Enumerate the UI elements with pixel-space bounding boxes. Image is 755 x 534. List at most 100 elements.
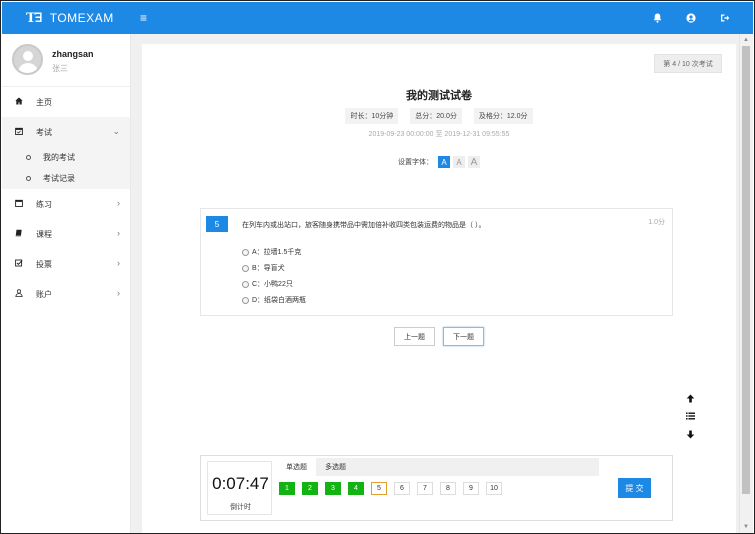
sidebar-item-label: 投票 [36, 259, 52, 269]
menu-toggle-icon[interactable]: ≡ [140, 11, 147, 25]
question-jump-box[interactable]: 7 [417, 482, 433, 495]
scroll-thumb[interactable] [742, 46, 750, 494]
circle-icon [26, 155, 31, 160]
user-profile: zhangsan 张三 [2, 34, 130, 87]
page-scrollbar[interactable]: ▲ ▼ [739, 34, 753, 533]
radio-button[interactable] [242, 264, 249, 272]
question-jump-box[interactable]: 5 [371, 482, 387, 495]
arrow-down-icon[interactable] [676, 425, 704, 443]
book-icon [15, 229, 27, 239]
pass-score-tag: 及格分：12.0分 [473, 108, 533, 124]
font-size-small-button[interactable]: A [438, 156, 450, 168]
option-label: C：小鸭22只 [252, 281, 293, 288]
sidebar-subitem-label: 我的考试 [43, 153, 75, 162]
font-size-selector: 设置字体： A A A [142, 156, 736, 168]
question-text: 在列车内或出站口，旅客随身携带品中需加倍补收四类包装运费的物品是（ ）。 [242, 222, 486, 229]
top-icon-group [651, 2, 731, 34]
chevron-right-icon: › [117, 228, 120, 238]
bell-icon[interactable] [651, 12, 663, 24]
list-icon[interactable] [676, 407, 704, 425]
exam-time-range: 2019-09-23 00:00:00 至 2019-12-31 09:55:5… [368, 131, 510, 138]
tab-multiple-choice[interactable]: 多选题 [316, 458, 355, 476]
font-size-large-button[interactable]: A [468, 156, 480, 168]
question-nav: 上一题 下一题 [142, 327, 736, 346]
scroll-down-icon[interactable]: ▼ [743, 524, 749, 530]
total-score-tag: 总分：20.0分 [410, 108, 462, 124]
question-jump-box[interactable]: 6 [394, 482, 410, 495]
question-number: 5 [206, 216, 228, 232]
question-jump-box[interactable]: 9 [463, 482, 479, 495]
option-a[interactable]: A：拉墙1.5千克 [242, 247, 301, 257]
avatar [12, 44, 43, 75]
prev-question-button[interactable]: 上一题 [394, 327, 435, 346]
home-icon [15, 97, 27, 107]
question-jump-box[interactable]: 1 [279, 482, 295, 495]
option-label: D：纸袋白酒两瓶 [252, 297, 307, 304]
option-d[interactable]: D：纸袋白酒两瓶 [242, 295, 306, 305]
chevron-right-icon: › [117, 288, 120, 298]
sidebar-item-label: 账户 [36, 289, 52, 299]
font-size-medium-button[interactable]: A [453, 156, 465, 168]
radio-button[interactable] [242, 248, 249, 256]
sidebar-item-label: 主页 [36, 97, 52, 107]
tab-single-choice[interactable]: 单选题 [277, 458, 316, 476]
option-b[interactable]: B：导盲犬 [242, 263, 285, 273]
arrow-up-icon[interactable] [676, 389, 704, 407]
chevron-right-icon: › [117, 198, 120, 208]
option-label: A：拉墙1.5千克 [252, 249, 302, 256]
circle-icon [26, 176, 31, 181]
attempt-badge: 第 4 / 10 次考试 [654, 54, 722, 73]
calendar-icon [15, 199, 27, 209]
sidebar-subitem-label: 考试记录 [43, 174, 75, 183]
radio-button[interactable] [242, 296, 249, 304]
chevron-right-icon: › [117, 258, 120, 268]
brand[interactable]: T∃ TOMEXAM [26, 2, 114, 34]
option-c[interactable]: C：小鸭22只 [242, 279, 293, 289]
question-jump-box[interactable]: 10 [486, 482, 502, 495]
sidebar-item-course[interactable]: 课程 › [2, 219, 130, 249]
radio-button[interactable] [242, 280, 249, 288]
question-jump-box[interactable]: 2 [302, 482, 318, 495]
exam-info-row: 时长：10分钟 总分：20.0分 及格分：12.0分 [142, 108, 736, 124]
option-label: B：导盲犬 [252, 265, 285, 272]
sidebar-subitem-my-exams[interactable]: 我的考试 [2, 147, 130, 168]
sidebar-item-account[interactable]: 账户 › [2, 279, 130, 309]
question-card: 5 在列车内或出站口，旅客随身携带品中需加倍补收四类包装运费的物品是（ ）。 1… [200, 208, 673, 316]
sidebar-item-exam[interactable]: 考试 ⌄ [2, 117, 130, 147]
logout-icon[interactable] [719, 12, 731, 24]
checkbox-icon [15, 259, 27, 269]
scroll-up-icon[interactable]: ▲ [743, 37, 749, 43]
sidebar-item-label: 考试 [36, 127, 52, 137]
username: zhangsan [52, 49, 94, 59]
app-window: T∃ TOMEXAM ≡ zhangsan 张三 主页 考试 ⌄ 我的考试 考试… [0, 0, 755, 534]
sidebar-item-practice[interactable]: 练习 › [2, 189, 130, 219]
sidebar-subitem-exam-records[interactable]: 考试记录 [2, 168, 130, 189]
duration-tag: 时长：10分钟 [345, 108, 399, 124]
calendar-check-icon [15, 127, 27, 137]
realname: 张三 [52, 64, 68, 73]
user-circle-icon[interactable] [685, 12, 697, 24]
floating-tools [676, 389, 704, 443]
brand-name: TOMEXAM [49, 11, 114, 25]
timer-label: 倒计时 [230, 504, 251, 511]
question-number-grid: 1 2 3 4 5 6 7 8 9 10 [279, 482, 502, 495]
next-question-button[interactable]: 下一题 [443, 327, 484, 346]
font-size-label: 设置字体： [398, 159, 433, 166]
timer-value: 0:07:47 [212, 474, 269, 493]
question-jump-box[interactable]: 3 [325, 482, 341, 495]
answer-sheet: 0:07:47 倒计时 单选题 多选题 1 2 3 4 5 6 7 8 9 10 提 交 [200, 455, 673, 521]
question-score: 1.0分 [648, 219, 665, 226]
chevron-down-icon: ⌄ [112, 126, 120, 136]
sidebar-item-home[interactable]: 主页 [2, 87, 130, 117]
question-type-tabs: 单选题 多选题 [277, 458, 599, 476]
question-jump-box[interactable]: 8 [440, 482, 456, 495]
top-navbar: T∃ TOMEXAM ≡ [2, 2, 753, 34]
countdown-timer: 0:07:47 倒计时 [207, 461, 272, 515]
question-jump-box[interactable]: 4 [348, 482, 364, 495]
sidebar-item-label: 练习 [36, 199, 52, 209]
brand-logo: T∃ [26, 10, 43, 26]
submit-button[interactable]: 提 交 [618, 478, 651, 498]
sidebar: zhangsan 张三 主页 考试 ⌄ 我的考试 考试记录 练习 › 课程 › … [2, 34, 131, 533]
sidebar-item-vote[interactable]: 投票 › [2, 249, 130, 279]
exam-title: 我的测试试卷 [406, 90, 472, 102]
